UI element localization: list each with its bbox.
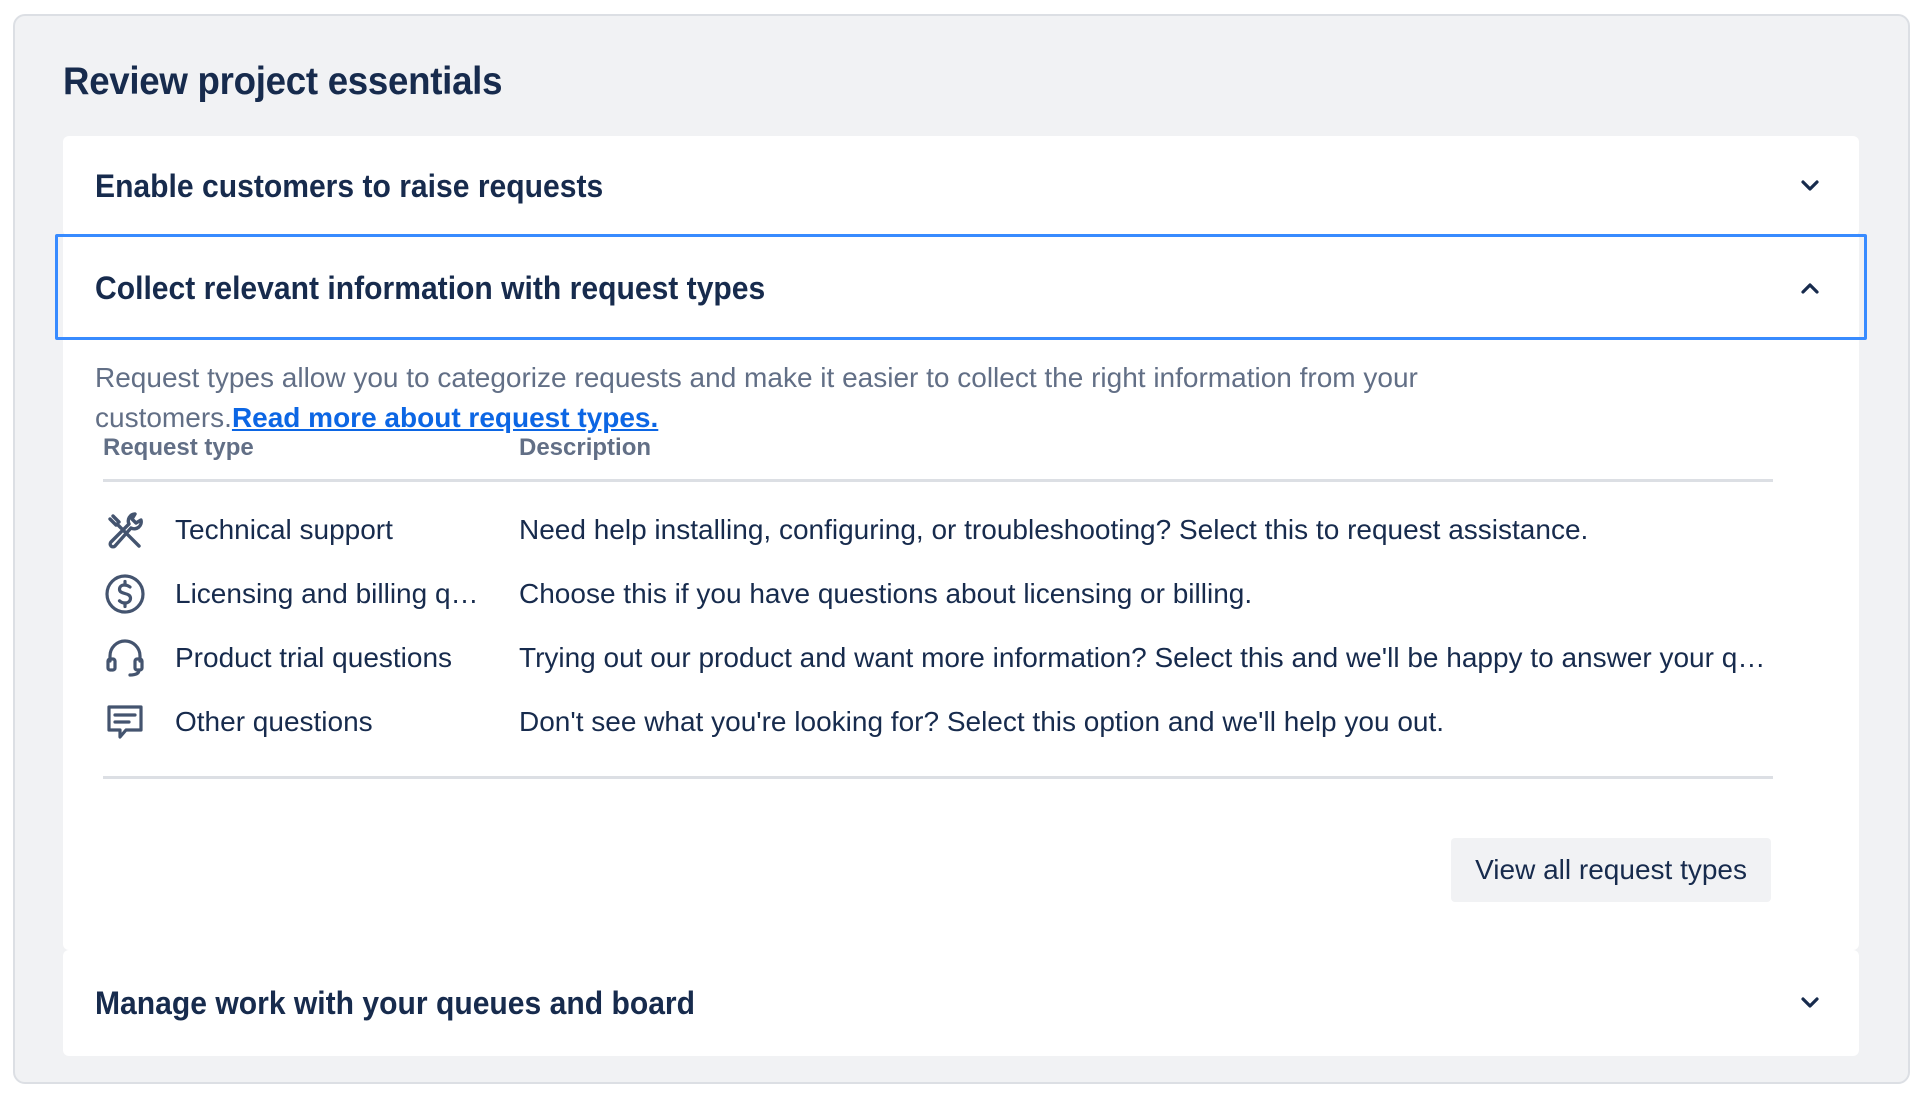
table-row: Product trial questions Trying out our p… — [103, 626, 1773, 690]
request-type-name: Product trial questions — [175, 642, 453, 673]
section-request-types: Collect relevant information with reques… — [55, 234, 1867, 950]
section-enable-customers: Enable customers to raise requests — [63, 136, 1859, 236]
request-type-name: Other questions — [175, 706, 373, 737]
column-header-request-type: Request type — [103, 434, 254, 461]
request-type-description: Need help installing, configuring, or tr… — [519, 514, 1589, 545]
section-enable-customers-header[interactable]: Enable customers to raise requests — [63, 136, 1859, 236]
headset-icon — [103, 636, 147, 680]
request-type-name: Licensing and billing questions — [175, 578, 491, 609]
chevron-up-icon — [1795, 273, 1825, 303]
read-more-link[interactable]: Read more about request types. — [232, 402, 658, 433]
request-type-description: Trying out our product and want more inf… — [519, 642, 1773, 673]
tools-icon — [103, 508, 147, 552]
page-title: Review project essentials — [63, 60, 503, 103]
section-title: Enable customers to raise requests — [95, 167, 604, 204]
section-title: Collect relevant information with reques… — [95, 269, 766, 306]
section-queues-board: Manage work with your queues and board — [63, 950, 1859, 1056]
section-request-types-header[interactable]: Collect relevant information with reques… — [63, 236, 1859, 340]
table-row: Licensing and billing questions Choose t… — [103, 562, 1773, 626]
comment-icon — [103, 700, 147, 744]
table-header-divider — [103, 479, 1773, 482]
dollar-circle-icon — [103, 572, 147, 616]
request-type-description: Choose this if you have questions about … — [519, 578, 1253, 609]
request-type-description: Don't see what you're looking for? Selec… — [519, 706, 1445, 737]
chevron-down-icon — [1795, 171, 1825, 201]
table-row: Other questions Don't see what you're lo… — [103, 690, 1773, 754]
project-essentials-panel: Review project essentials Enable custome… — [13, 14, 1910, 1084]
section-queues-board-header[interactable]: Manage work with your queues and board — [63, 950, 1859, 1056]
chevron-down-icon — [1795, 988, 1825, 1018]
request-type-name: Technical support — [175, 514, 393, 545]
view-all-request-types-button[interactable]: View all request types — [1451, 838, 1771, 902]
section-title: Manage work with your queues and board — [95, 984, 696, 1021]
column-header-description: Description — [519, 434, 652, 461]
table-footer-divider — [103, 776, 1773, 779]
request-types-intro: Request types allow you to categorize re… — [95, 358, 1615, 438]
table-row: Technical support Need help installing, … — [103, 498, 1773, 562]
